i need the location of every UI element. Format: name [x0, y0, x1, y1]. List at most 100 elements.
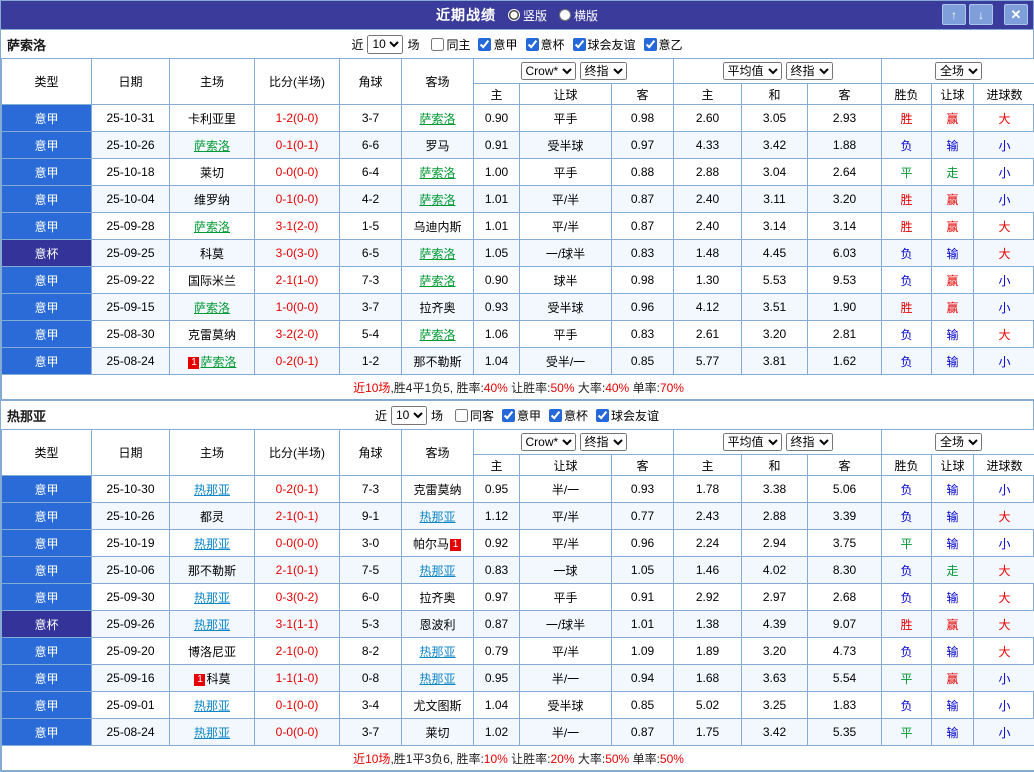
away-team-link[interactable]: 萨索洛: [419, 247, 455, 261]
score-cell[interactable]: 0-0(0-0): [255, 719, 340, 746]
col-date: 日期: [92, 59, 170, 105]
home-team-link[interactable]: 热那亚: [194, 618, 230, 632]
away-team-link[interactable]: 乌迪内斯: [413, 220, 461, 234]
odds-source-select[interactable]: Crow*: [521, 62, 576, 80]
away-team-link[interactable]: 热那亚: [419, 564, 455, 578]
away-team-link[interactable]: 萨索洛: [419, 112, 455, 126]
away-team-link[interactable]: 莱切: [425, 726, 449, 740]
score-cell[interactable]: 0-1(0-1): [255, 132, 340, 159]
score-cell[interactable]: 0-2(0-1): [255, 476, 340, 503]
away-team-link[interactable]: 帕尔马: [413, 537, 449, 551]
odds-stage-select[interactable]: 终指: [580, 433, 627, 451]
home-team-link[interactable]: 热那亚: [194, 483, 230, 497]
average-select[interactable]: 平均值: [723, 62, 782, 80]
home-team-link[interactable]: 热那亚: [194, 537, 230, 551]
score-cell[interactable]: 1-1(1-0): [255, 665, 340, 692]
away-team-link[interactable]: 拉齐奥: [419, 591, 455, 605]
home-team-link[interactable]: 卡利亚里: [188, 112, 236, 126]
league-filter-checkbox[interactable]: 球会友谊: [565, 36, 636, 53]
away-team-link[interactable]: 萨索洛: [419, 193, 455, 207]
odds-source-select[interactable]: Crow*: [521, 433, 576, 451]
score-cell[interactable]: 3-1(2-0): [255, 213, 340, 240]
home-team-link[interactable]: 克雷莫纳: [188, 328, 236, 342]
score-cell[interactable]: 0-1(0-0): [255, 186, 340, 213]
league-filter-input[interactable]: [478, 38, 491, 51]
league-filter-checkbox[interactable]: 同主: [423, 36, 470, 53]
scope-select[interactable]: 全场: [935, 433, 982, 451]
home-team-link[interactable]: 热那亚: [194, 699, 230, 713]
home-team-link[interactable]: 萨索洛: [194, 301, 230, 315]
league-filter-input[interactable]: [455, 409, 468, 422]
layout-radio-horizontal[interactable]: 横版: [559, 7, 598, 24]
score-cell[interactable]: 0-0(0-0): [255, 530, 340, 557]
average-stage-select[interactable]: 终指: [786, 62, 833, 80]
away-team-link[interactable]: 恩波利: [419, 618, 455, 632]
score-cell[interactable]: 2-1(0-1): [255, 557, 340, 584]
average-select[interactable]: 平均值: [723, 433, 782, 451]
league-filter-input[interactable]: [526, 38, 539, 51]
away-team-link[interactable]: 那不勒斯: [413, 355, 461, 369]
score-cell[interactable]: 0-0(0-0): [255, 159, 340, 186]
league-filter-input[interactable]: [431, 38, 444, 51]
home-team-link[interactable]: 科莫: [200, 247, 224, 261]
recent-count-select[interactable]: 10: [367, 35, 403, 54]
score-cell[interactable]: 2-1(0-0): [255, 638, 340, 665]
away-team-link[interactable]: 热那亚: [419, 510, 455, 524]
move-up-button[interactable]: ↑: [942, 4, 966, 25]
league-filter-input[interactable]: [549, 409, 562, 422]
away-team-link[interactable]: 拉齐奥: [419, 301, 455, 315]
score-cell[interactable]: 2-1(1-0): [255, 267, 340, 294]
home-team-link[interactable]: 那不勒斯: [188, 564, 236, 578]
average-stage-select[interactable]: 终指: [786, 433, 833, 451]
layout-radio-horizontal-input[interactable]: [559, 9, 571, 21]
score-cell[interactable]: 1-2(0-0): [255, 105, 340, 132]
league-filter-checkbox[interactable]: 球会友谊: [588, 407, 659, 424]
score-cell[interactable]: 0-3(0-2): [255, 584, 340, 611]
close-button[interactable]: ✕: [1004, 4, 1028, 25]
layout-radio-vertical[interactable]: 竖版: [508, 7, 547, 24]
league-filter-input[interactable]: [644, 38, 657, 51]
score-cell[interactable]: 3-2(2-0): [255, 321, 340, 348]
away-team-link[interactable]: 尤文图斯: [413, 699, 461, 713]
league-filter-input[interactable]: [596, 409, 609, 422]
away-team-link[interactable]: 克雷莫纳: [413, 483, 461, 497]
away-team-link[interactable]: 萨索洛: [419, 166, 455, 180]
away-team-link[interactable]: 萨索洛: [419, 328, 455, 342]
home-team-link[interactable]: 国际米兰: [188, 274, 236, 288]
league-filter-checkbox[interactable]: 同客: [447, 407, 494, 424]
league-filter-input[interactable]: [573, 38, 586, 51]
odds-stage-select[interactable]: 终指: [580, 62, 627, 80]
league-filter-checkbox[interactable]: 意甲: [470, 36, 517, 53]
score-cell[interactable]: 3-0(3-0): [255, 240, 340, 267]
away-team-link[interactable]: 萨索洛: [419, 274, 455, 288]
home-team-link[interactable]: 科莫: [206, 672, 230, 686]
home-team-link[interactable]: 热那亚: [194, 591, 230, 605]
home-team-link[interactable]: 萨索洛: [194, 139, 230, 153]
score-cell[interactable]: 0-2(0-1): [255, 348, 340, 375]
score-cell[interactable]: 0-1(0-0): [255, 692, 340, 719]
score-cell[interactable]: 2-1(0-1): [255, 503, 340, 530]
away-team-link[interactable]: 热那亚: [419, 645, 455, 659]
move-down-button[interactable]: ↓: [969, 4, 993, 25]
recent-count-select[interactable]: 10: [391, 406, 427, 425]
result-cell: 负: [882, 348, 932, 375]
league-filter-input[interactable]: [502, 409, 515, 422]
league-filter-checkbox[interactable]: 意杯: [518, 36, 565, 53]
league-filter-checkbox[interactable]: 意杯: [541, 407, 588, 424]
away-team-link[interactable]: 热那亚: [419, 672, 455, 686]
score-cell[interactable]: 3-1(1-1): [255, 611, 340, 638]
home-team-link[interactable]: 都灵: [200, 510, 224, 524]
scope-select[interactable]: 全场: [935, 62, 982, 80]
home-team-link[interactable]: 莱切: [200, 166, 224, 180]
home-team-link[interactable]: 萨索洛: [194, 220, 230, 234]
league-filter-checkbox[interactable]: 意甲: [494, 407, 541, 424]
layout-radio-vertical-input[interactable]: [508, 9, 520, 21]
away-team-link[interactable]: 罗马: [425, 139, 449, 153]
home-team-link[interactable]: 萨索洛: [200, 355, 236, 369]
home-team-link[interactable]: 热那亚: [194, 726, 230, 740]
league-filter-checkbox[interactable]: 意乙: [636, 36, 683, 53]
home-team-link[interactable]: 维罗纳: [194, 193, 230, 207]
home-team-link[interactable]: 博洛尼亚: [188, 645, 236, 659]
match-row: 意甲 25-09-16 1科莫 1-1(1-0) 0-8 热那亚 0.95 半/…: [2, 665, 1034, 692]
score-cell[interactable]: 1-0(0-0): [255, 294, 340, 321]
